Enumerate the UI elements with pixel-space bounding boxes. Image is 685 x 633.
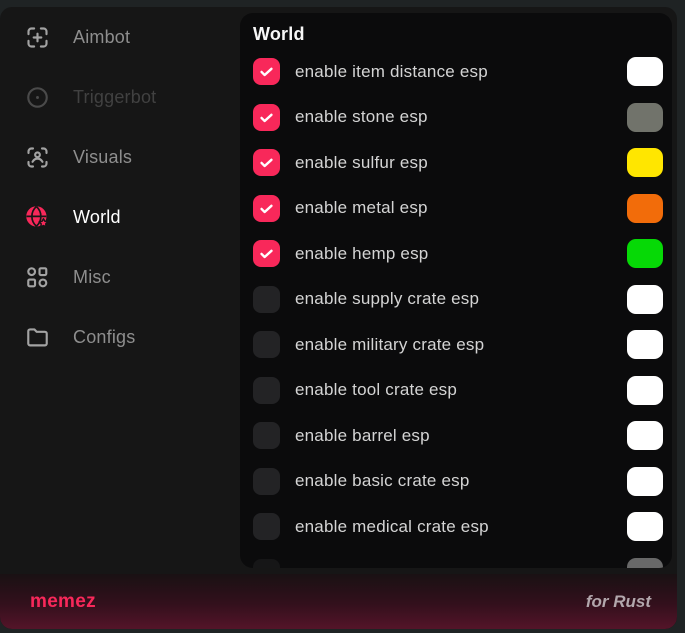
color-swatch[interactable] — [627, 421, 663, 450]
color-swatch[interactable] — [627, 239, 663, 268]
color-swatch[interactable] — [627, 194, 663, 223]
esp-option-row: enable metal esp — [253, 186, 663, 232]
color-swatch[interactable] — [627, 148, 663, 177]
checkbox-unchecked[interactable] — [253, 377, 280, 404]
sidebar-item-label: Triggerbot — [73, 87, 156, 108]
world-settings-panel: World enable item distance esp enable sto… — [240, 13, 672, 568]
checkbox-checked[interactable] — [253, 58, 280, 85]
footer-tagline: for Rust — [586, 592, 651, 612]
footer-bar: memez for Rust — [0, 574, 677, 629]
checkbox-unchecked[interactable] — [253, 513, 280, 540]
color-swatch[interactable] — [627, 285, 663, 314]
checkbox-unchecked[interactable] — [253, 468, 280, 495]
esp-option-row: enable medical crate esp — [253, 504, 663, 550]
sidebar-item-world[interactable]: World — [0, 187, 240, 247]
checkbox-unchecked[interactable] — [253, 331, 280, 358]
esp-option-row: enable sulfur esp — [253, 140, 663, 186]
sidebar-item-triggerbot[interactable]: Triggerbot — [0, 67, 240, 127]
esp-option-label: enable hemp esp — [295, 244, 428, 264]
esp-option-row: enable military crate esp — [253, 322, 663, 368]
esp-option-label: enable barrel esp — [295, 426, 430, 446]
esp-option-row: enable basic crate esp — [253, 459, 663, 505]
color-swatch[interactable] — [627, 103, 663, 132]
esp-option-label: enable item distance esp — [295, 62, 488, 82]
brand-name: memez — [30, 591, 96, 613]
circle-dot-icon — [24, 84, 51, 111]
esp-option-row: enable stone esp — [253, 95, 663, 141]
sidebar-item-label: Configs — [73, 327, 135, 348]
checkbox-checked[interactable] — [253, 104, 280, 131]
esp-option-label: enable metal esp — [295, 198, 428, 218]
sidebar-item-label: Visuals — [73, 147, 132, 168]
esp-option-row: enable item distance esp — [253, 49, 663, 95]
esp-option-label: enable sulfur esp — [295, 153, 428, 173]
esp-option-row — [253, 550, 663, 569]
checkbox-unchecked[interactable] — [253, 422, 280, 449]
esp-option-label: enable tool crate esp — [295, 380, 457, 400]
checkbox-checked[interactable] — [253, 149, 280, 176]
esp-option-label: enable basic crate esp — [295, 471, 470, 491]
esp-options-list: enable item distance esp enable stone esp… — [253, 49, 663, 568]
checkbox-checked[interactable] — [253, 195, 280, 222]
esp-option-row: enable barrel esp — [253, 413, 663, 459]
esp-option-label: enable medical crate esp — [295, 517, 489, 537]
globe-star-icon — [24, 204, 51, 231]
esp-option-row: enable hemp esp — [253, 231, 663, 277]
checkbox-unchecked[interactable] — [253, 559, 280, 568]
cheat-window: Aimbot Triggerbot Visuals World Misc Con… — [0, 7, 677, 629]
checkbox-unchecked[interactable] — [253, 286, 280, 313]
checkbox-checked[interactable] — [253, 240, 280, 267]
sidebar-item-label: Aimbot — [73, 27, 130, 48]
grid-shapes-icon — [24, 264, 51, 291]
folder-icon — [24, 324, 51, 351]
esp-option-label: enable military crate esp — [295, 335, 484, 355]
color-swatch[interactable] — [627, 558, 663, 568]
sidebar-item-misc[interactable]: Misc — [0, 247, 240, 307]
color-swatch[interactable] — [627, 57, 663, 86]
esp-option-label: enable stone esp — [295, 107, 428, 127]
sidebar: Aimbot Triggerbot Visuals World Misc Con… — [0, 7, 240, 367]
color-swatch[interactable] — [627, 512, 663, 541]
esp-option-label: enable supply crate esp — [295, 289, 479, 309]
sidebar-item-visuals[interactable]: Visuals — [0, 127, 240, 187]
color-swatch[interactable] — [627, 467, 663, 496]
scan-person-icon — [24, 144, 51, 171]
color-swatch[interactable] — [627, 330, 663, 359]
esp-option-row: enable tool crate esp — [253, 368, 663, 414]
color-swatch[interactable] — [627, 376, 663, 405]
sidebar-item-configs[interactable]: Configs — [0, 307, 240, 367]
panel-title: World — [253, 21, 663, 47]
sidebar-item-label: World — [73, 207, 121, 228]
sidebar-item-aimbot[interactable]: Aimbot — [0, 7, 240, 67]
crosshair-icon — [24, 24, 51, 51]
esp-option-row: enable supply crate esp — [253, 277, 663, 323]
sidebar-item-label: Misc — [73, 267, 111, 288]
